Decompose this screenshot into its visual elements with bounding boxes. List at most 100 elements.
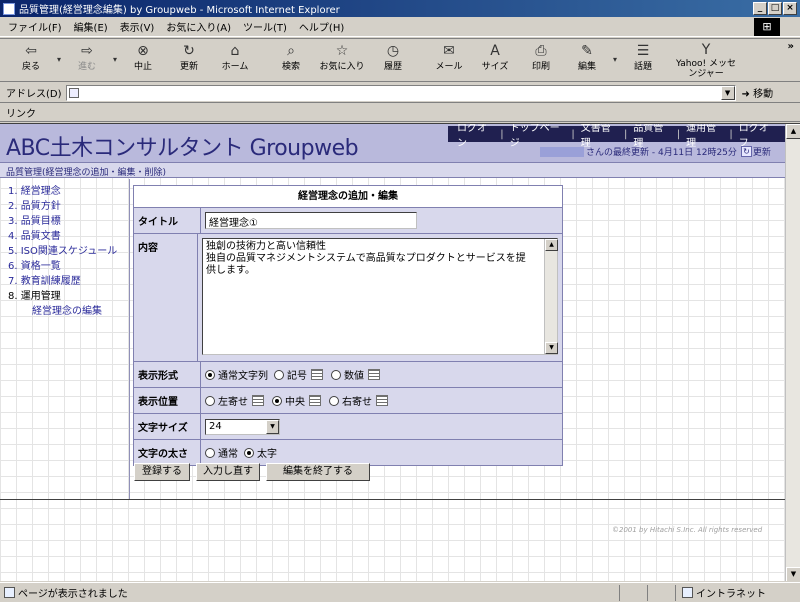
font-size-row: 文字サイズ 24 ▼ bbox=[134, 414, 562, 440]
refresh-icon: ↻ bbox=[183, 43, 195, 59]
address-input[interactable]: ▼ bbox=[65, 84, 736, 101]
menu-edit[interactable]: 編集(E) bbox=[74, 19, 108, 34]
menu-view[interactable]: 表示(V) bbox=[120, 19, 155, 34]
refresh-button[interactable]: ↻ 更新 bbox=[166, 39, 212, 79]
footer-divider bbox=[0, 499, 785, 501]
font-size-label: 文字サイズ bbox=[134, 414, 201, 439]
back-dropdown[interactable]: ▾ bbox=[54, 39, 64, 79]
title-label: タイトル bbox=[134, 208, 201, 233]
reload-label: 更新 bbox=[752, 148, 771, 158]
menu-help[interactable]: ヘルプ(H) bbox=[299, 19, 344, 34]
menu-favorites[interactable]: お気に入り(A) bbox=[166, 19, 231, 34]
address-bar: アドレス(D) ▼ ➜ 移動 bbox=[0, 83, 800, 103]
sidebar-item-quality-policy[interactable]: 2. 品質方針 bbox=[8, 199, 129, 214]
mail-label: メール bbox=[435, 62, 463, 72]
edit-dropdown[interactable]: ▾ bbox=[610, 39, 620, 79]
finish-editing-button[interactable]: 編集を終了する bbox=[266, 463, 370, 481]
search-button[interactable]: ⌕ 検索 bbox=[268, 39, 314, 79]
status-text: ページが表示されました bbox=[18, 589, 128, 600]
chevron-down-icon[interactable]: ▼ bbox=[266, 419, 279, 434]
discuss-button[interactable]: ☰ 話題 bbox=[620, 39, 666, 79]
title-row: タイトル 経営理念① bbox=[134, 208, 562, 234]
minimize-button[interactable]: _ bbox=[753, 2, 767, 15]
content-textarea[interactable]: 独創の技術力と高い信頼性 独自の品質マネジメントシステムで高品質なプロダクトとサ… bbox=[202, 238, 558, 355]
form-actions: 登録する 入力し直す 編集を終了する bbox=[134, 463, 376, 481]
links-label[interactable]: リンク bbox=[6, 105, 36, 120]
refresh-label: 更新 bbox=[179, 62, 198, 72]
sidebar-item-qualifications[interactable]: 6. 資格一覧 bbox=[8, 259, 129, 274]
page-viewport: ABC土木コンサルタント Groupweb ログオン | トップページ | 文書管理… bbox=[0, 123, 800, 581]
size-button[interactable]: A サイズ bbox=[472, 39, 518, 79]
scroll-up-icon[interactable]: ▲ bbox=[786, 124, 800, 139]
back-arrow-icon: ⇦ bbox=[25, 43, 37, 59]
title-input[interactable]: 経営理念① bbox=[205, 212, 417, 229]
menu-file[interactable]: ファイル(F) bbox=[8, 19, 62, 34]
history-label: 履歴 bbox=[383, 62, 402, 72]
register-button[interactable]: 登録する bbox=[134, 463, 190, 481]
scroll-up-icon[interactable]: ▲ bbox=[545, 239, 558, 251]
nav-logon[interactable]: ログオン bbox=[457, 124, 494, 149]
scroll-down-icon[interactable]: ▼ bbox=[545, 342, 558, 354]
browser-toolbar: ⇦ 戻る ▾ ⇨ 進む ▾ ⊗ 中止 ↻ 更新 ⌂ ホーム ⌕ 検索 ☆ お気に… bbox=[0, 38, 800, 82]
reload-link[interactable]: ↻ 更新 bbox=[740, 145, 771, 158]
sidebar-item-iso-schedule[interactable]: 5. ISO関連スケジュール bbox=[8, 244, 129, 259]
intranet-zone-icon bbox=[682, 587, 693, 598]
scroll-down-icon[interactable]: ▼ bbox=[786, 567, 800, 581]
format-radio-symbol[interactable]: 記号 bbox=[274, 367, 325, 382]
edit-button[interactable]: ✎ 編集 bbox=[564, 39, 610, 79]
toolbar-more-chevron-icon[interactable]: » bbox=[788, 41, 794, 52]
font-size-select[interactable]: 24 ▼ bbox=[205, 418, 280, 435]
forward-button[interactable]: ⇨ 進む bbox=[64, 39, 110, 79]
favorites-button[interactable]: ☆ お気に入り bbox=[314, 39, 370, 79]
history-button[interactable]: ◷ 履歴 bbox=[370, 39, 416, 79]
display-format-row: 表示形式 通常文字列 記号 数値 bbox=[134, 362, 562, 388]
forward-arrow-icon: ⇨ bbox=[81, 43, 93, 59]
position-radio-right[interactable]: 右寄せ bbox=[329, 393, 390, 408]
sidebar-item-edit-philosophy[interactable]: 経営理念の編集 bbox=[8, 304, 129, 319]
menu-tools[interactable]: ツール(T) bbox=[243, 19, 287, 34]
address-dropdown-icon[interactable]: ▼ bbox=[720, 85, 735, 100]
discuss-label: 話題 bbox=[633, 62, 652, 72]
ie-page-icon bbox=[3, 2, 15, 15]
stop-button[interactable]: ⊗ 中止 bbox=[120, 39, 166, 79]
format-radio-plain[interactable]: 通常文字列 bbox=[205, 367, 268, 382]
textarea-scrollbar[interactable]: ▲ ▼ bbox=[544, 239, 558, 354]
weight-radio-normal[interactable]: 通常 bbox=[205, 445, 238, 460]
menu-bar: ファイル(F) 編集(E) 表示(V) お気に入り(A) ツール(T) ヘルプ(… bbox=[0, 17, 800, 37]
forward-dropdown[interactable]: ▾ bbox=[110, 39, 120, 79]
sidebar-item-management-philosophy[interactable]: 1. 経営理念 bbox=[8, 184, 129, 199]
sidebar-item-training-history[interactable]: 7. 教育訓練履歴 bbox=[8, 274, 129, 289]
favorites-icon: ☆ bbox=[335, 43, 349, 59]
print-icon: ⎙ bbox=[535, 43, 547, 59]
page-scrollbar[interactable]: ▲ ▼ bbox=[785, 124, 800, 581]
weight-radio-bold[interactable]: 太字 bbox=[244, 445, 277, 460]
align-center-icon bbox=[309, 395, 321, 406]
print-button[interactable]: ⎙ 印刷 bbox=[518, 39, 564, 79]
home-label: ホーム bbox=[221, 62, 249, 72]
position-radio-center[interactable]: 中央 bbox=[272, 393, 323, 408]
reload-icon: ↻ bbox=[740, 146, 752, 157]
numbered-list-icon bbox=[368, 369, 380, 380]
display-format-label: 表示形式 bbox=[134, 362, 201, 387]
print-label: 印刷 bbox=[531, 62, 550, 72]
window-title: 品質管理(経営理念編集) by Groupweb - Microsoft Int… bbox=[19, 5, 340, 16]
edit-icon: ✎ bbox=[581, 43, 593, 59]
maximize-button[interactable]: □ bbox=[768, 2, 782, 15]
last-update-text: さんの最終更新 - 4月11日 12時25分 bbox=[586, 148, 737, 158]
reset-button[interactable]: 入力し直す bbox=[196, 463, 260, 481]
close-button[interactable]: × bbox=[783, 2, 797, 15]
back-button[interactable]: ⇦ 戻る bbox=[8, 39, 54, 79]
discuss-icon: ☰ bbox=[636, 43, 650, 59]
position-radio-left[interactable]: 左寄せ bbox=[205, 393, 266, 408]
sidebar-item-quality-documents[interactable]: 4. 品質文書 bbox=[8, 229, 129, 244]
site-brand[interactable]: ABC土木コンサルタント Groupweb bbox=[6, 130, 359, 162]
messenger-icon: Y bbox=[701, 41, 711, 58]
position-label: 表示位置 bbox=[134, 388, 201, 413]
copyright-text: ©2001 by Hitachi S.Inc. All rights reser… bbox=[612, 526, 763, 534]
sidebar-item-quality-objectives[interactable]: 3. 品質目標 bbox=[8, 214, 129, 229]
home-button[interactable]: ⌂ ホーム bbox=[212, 39, 258, 79]
format-radio-number[interactable]: 数値 bbox=[331, 367, 382, 382]
mail-button[interactable]: ✉ メール bbox=[426, 39, 472, 79]
messenger-button[interactable]: Y Yahoo! メッセンジャー bbox=[676, 39, 736, 80]
go-button[interactable]: ➜ 移動 bbox=[742, 85, 774, 100]
